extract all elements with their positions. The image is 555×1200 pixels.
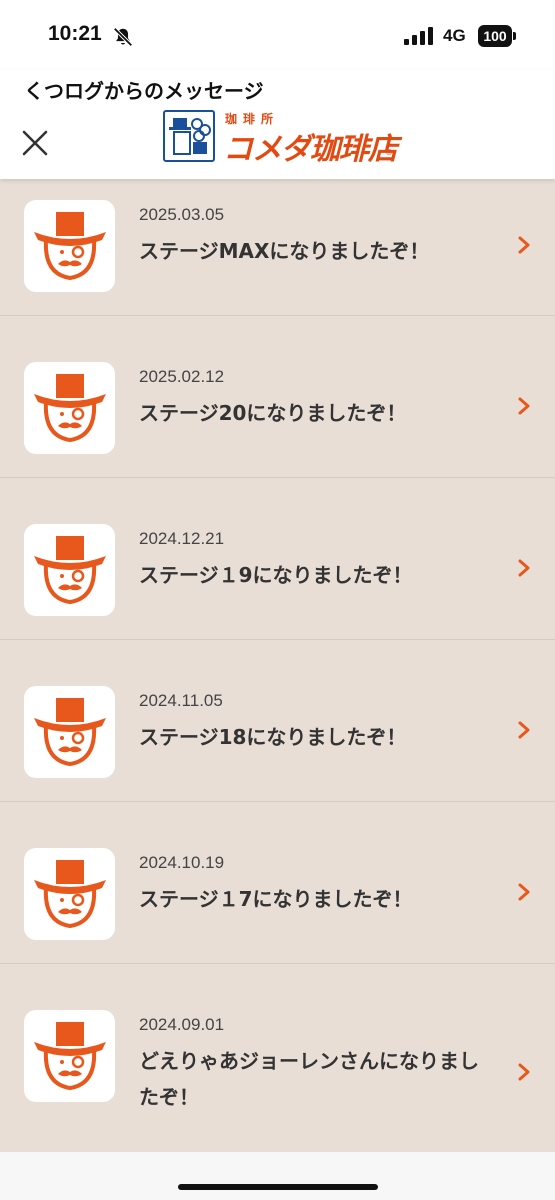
- message-text: ステージ１9になりましたぞ！: [139, 563, 413, 587]
- avatar: [24, 200, 115, 292]
- komeda-logo: 珈琲所 コメダ珈琲店 ®: [163, 110, 398, 167]
- header: くつログからのメッセージ 珈琲所 コメダ珈琲店 ®: [0, 70, 555, 179]
- logo-mark: [163, 110, 215, 162]
- network-type: 4G: [443, 26, 466, 45]
- avatar: [24, 686, 115, 778]
- battery-icon: 100: [478, 25, 516, 47]
- message-date: 2024.12.21: [139, 529, 225, 548]
- logo-mascot-icon: [169, 118, 211, 155]
- komeda-mascot-icon: [34, 860, 106, 929]
- close-icon[interactable]: [18, 126, 52, 160]
- message-text: どえりゃあジョーレンさんになりましたぞ！: [139, 1049, 479, 1109]
- chevron-right-icon: [518, 1063, 530, 1081]
- message-list: 2025.03.05 ステージMAXになりましたぞ！ 2025.02.12 ステ…: [0, 179, 555, 1152]
- logo-wordmark: コメダ珈琲店: [223, 132, 398, 167]
- message-row[interactable]: 2024.09.01 どえりゃあジョーレンさんになりましたぞ！: [0, 964, 555, 1152]
- message-text: ステージMAXになりましたぞ！: [139, 239, 430, 263]
- message-row[interactable]: 2025.02.12 ステージ20になりましたぞ！: [0, 316, 555, 478]
- avatar: [24, 362, 115, 454]
- message-row[interactable]: 2024.10.19 ステージ１7になりましたぞ！: [0, 802, 555, 964]
- message-row[interactable]: 2024.12.21 ステージ１9になりましたぞ！: [0, 478, 555, 640]
- status-bar: 10:21 4G 100: [0, 0, 555, 70]
- status-time: 10:21: [48, 22, 102, 45]
- message-row[interactable]: 2024.11.05 ステージ18になりましたぞ！: [0, 640, 555, 802]
- chevron-right-icon: [518, 236, 530, 254]
- home-bar-area: [0, 1152, 555, 1200]
- komeda-mascot-icon: [34, 212, 106, 281]
- page-title: くつログからのメッセージ: [24, 79, 264, 103]
- bell-slash-icon: [113, 27, 133, 47]
- message-date: 2024.11.05: [139, 691, 223, 710]
- chevron-right-icon: [518, 559, 530, 577]
- message-date: 2024.09.01: [139, 1015, 225, 1034]
- message-date: 2025.03.05: [139, 205, 225, 224]
- message-date: 2025.02.12: [139, 367, 225, 386]
- signal-icon: [404, 27, 433, 45]
- chevron-right-icon: [518, 721, 530, 739]
- komeda-mascot-icon: [34, 1022, 106, 1091]
- message-text: ステージ１7になりましたぞ！: [139, 887, 413, 911]
- komeda-mascot-icon: [34, 374, 106, 443]
- battery-level: 100: [478, 25, 512, 47]
- avatar: [24, 1010, 115, 1102]
- chevron-right-icon: [518, 397, 530, 415]
- logo-registered-mark: ®: [385, 148, 393, 157]
- message-text: ステージ18になりましたぞ！: [139, 725, 407, 749]
- chevron-right-icon: [518, 883, 530, 901]
- avatar: [24, 848, 115, 940]
- home-indicator[interactable]: [178, 1184, 378, 1190]
- komeda-mascot-icon: [34, 536, 106, 605]
- message-date: 2024.10.19: [139, 853, 225, 872]
- komeda-mascot-icon: [34, 698, 106, 767]
- avatar: [24, 524, 115, 616]
- message-row[interactable]: 2025.03.05 ステージMAXになりましたぞ！: [0, 179, 555, 316]
- message-text: ステージ20になりましたぞ！: [139, 401, 407, 425]
